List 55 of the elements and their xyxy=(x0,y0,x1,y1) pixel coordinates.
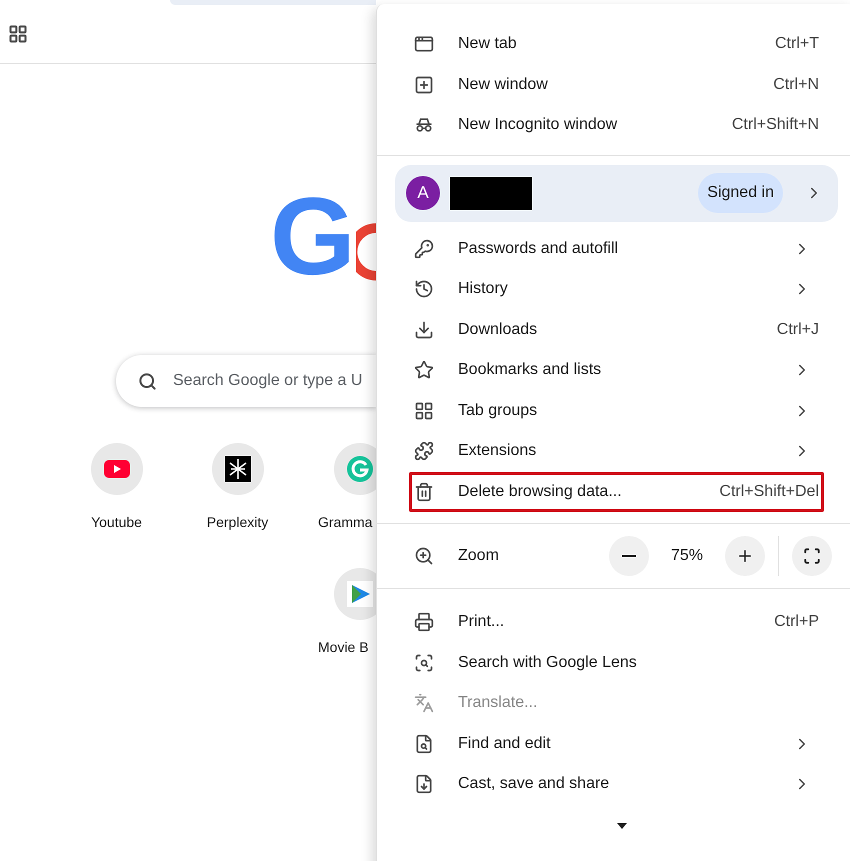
shortcut-tile[interactable] xyxy=(334,443,376,495)
search-icon xyxy=(138,372,157,390)
menu-item[interactable]: New window Ctrl+N xyxy=(409,64,824,105)
download-icon xyxy=(414,320,434,340)
logo-letter: G xyxy=(270,182,356,292)
shortcut-label: Movie B xyxy=(318,638,369,657)
star-icon xyxy=(414,360,434,380)
file-download-icon xyxy=(414,774,434,794)
play-icon xyxy=(347,581,373,607)
translate-icon xyxy=(414,693,434,714)
history-icon xyxy=(414,279,434,300)
plus-icon xyxy=(736,547,754,565)
minus-icon xyxy=(622,555,636,557)
find-document-icon xyxy=(414,734,434,754)
menu-item[interactable]: Cast, save and share xyxy=(409,764,824,804)
zoom-in-button[interactable] xyxy=(725,536,765,576)
profile-row[interactable]: A Signed in xyxy=(395,164,838,222)
shortcut-tile[interactable] xyxy=(90,443,142,495)
tab-window-icon xyxy=(414,34,434,54)
shortcut-tile[interactable] xyxy=(334,568,376,620)
fullscreen-button[interactable] xyxy=(792,536,832,576)
menu-item[interactable]: Downloads Ctrl+J xyxy=(409,310,824,350)
menu-item[interactable]: New Incognito window Ctrl+Shift+N xyxy=(409,105,824,146)
grid-icon xyxy=(414,400,434,421)
menu-item[interactable]: Bookmarks and lists xyxy=(409,350,824,390)
menu-item[interactable]: Delete browsing data... Ctrl+Shift+Del xyxy=(409,472,824,512)
zoom-icon xyxy=(414,546,434,566)
avatar: A xyxy=(406,176,440,210)
zoom-value: 75% xyxy=(670,546,704,566)
shortcut-label: Perplexity xyxy=(206,513,268,532)
status-pill: Signed in xyxy=(698,173,783,213)
apps-grid-icon[interactable] xyxy=(8,24,28,44)
shortcut-label: Gramma xyxy=(318,513,372,532)
lens-icon xyxy=(414,652,434,673)
shortcut-label: Youtube xyxy=(91,513,142,532)
menu-item[interactable]: Passwords and autofill xyxy=(409,228,824,269)
puzzle-icon xyxy=(414,441,434,462)
menu-item[interactable]: History xyxy=(409,269,824,310)
menu-item[interactable]: Extensions xyxy=(409,431,824,472)
printer-icon xyxy=(414,612,434,632)
add-window-icon xyxy=(414,74,434,95)
menu-item[interactable]: Find and edit xyxy=(409,724,824,764)
menu-item[interactable]: Print... Ctrl+P xyxy=(409,602,824,642)
more-caret-icon[interactable] xyxy=(616,822,626,828)
menu-item[interactable]: Search with Google Lens xyxy=(409,642,824,683)
search-field[interactable]: Search Google or type a U xyxy=(116,355,376,407)
star-burst-icon xyxy=(224,456,250,482)
menu-item[interactable]: Tab groups xyxy=(409,390,824,431)
g-letter-icon xyxy=(347,456,373,482)
fullscreen-icon xyxy=(803,547,821,565)
zoom-label: Zoom xyxy=(458,546,499,566)
menu-item[interactable]: New tab Ctrl+T xyxy=(409,24,824,64)
play-icon xyxy=(104,460,130,478)
key-icon xyxy=(414,238,434,259)
trash-icon xyxy=(414,482,434,502)
